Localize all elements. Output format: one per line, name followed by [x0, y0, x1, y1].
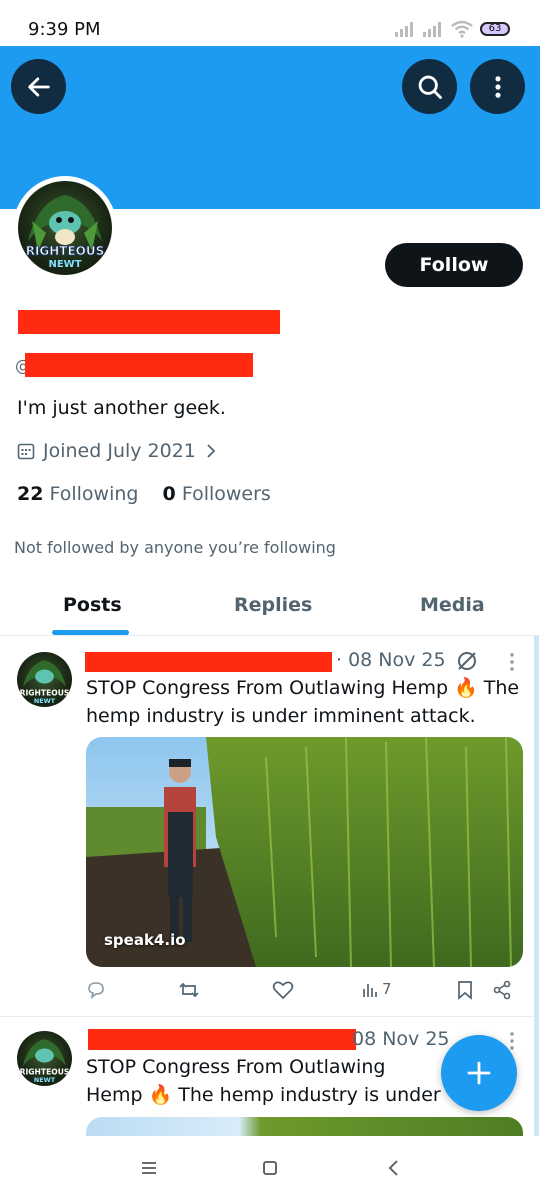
joined-date-row[interactable]: Joined July 2021: [17, 440, 218, 462]
recents-button[interactable]: [137, 1156, 161, 1180]
search-icon: [418, 75, 442, 99]
plus-icon: [467, 1061, 491, 1085]
grok-icon[interactable]: [455, 649, 479, 673]
more-vertical-icon: [494, 75, 501, 98]
analytics-icon: [363, 984, 377, 997]
arrow-left-icon: [27, 76, 50, 97]
reply-button[interactable]: [86, 980, 106, 1000]
post-author-redacted: [88, 1029, 356, 1050]
post-date: 08 Nov 25: [352, 1028, 450, 1050]
battery-icon: 63: [480, 22, 510, 36]
handle-redacted: [25, 353, 253, 377]
calendar-icon: [17, 443, 35, 460]
system-nav-bar: [0, 1136, 540, 1199]
post-avatar[interactable]: RIGHTEOUS NEWT: [17, 1031, 72, 1086]
tab-replies[interactable]: Replies: [234, 594, 312, 616]
repost-icon: [179, 982, 199, 998]
heart-icon: [272, 981, 294, 1000]
more-options-button[interactable]: [470, 59, 525, 114]
followers-stat[interactable]: 0 Followers: [163, 483, 271, 505]
bookmark-button[interactable]: [456, 980, 474, 1000]
post-media-preview[interactable]: [86, 1117, 523, 1137]
square-icon: [263, 1161, 277, 1175]
following-stat[interactable]: 22 Following: [17, 483, 138, 505]
svg-text:RIGHTEOUS: RIGHTEOUS: [26, 244, 105, 258]
svg-text:NEWT: NEWT: [34, 697, 56, 705]
compose-post-button[interactable]: [441, 1035, 517, 1111]
svg-text:RIGHTEOUS: RIGHTEOUS: [20, 1067, 70, 1076]
not-followed-note: Not followed by anyone you’re following: [14, 538, 336, 557]
svg-text:RIGHTEOUS: RIGHTEOUS: [20, 688, 70, 697]
status-time: 9:39 PM: [28, 19, 101, 40]
repost-button[interactable]: [178, 980, 200, 1000]
post-actions: 7: [86, 980, 516, 1006]
scrollbar[interactable]: [534, 636, 539, 1136]
followers-count: 0: [162, 483, 176, 505]
post-author-redacted: [85, 652, 332, 672]
media-source-label: speak4.io: [104, 931, 186, 949]
chevron-left-icon: [388, 1160, 398, 1176]
signal-icon: [395, 22, 413, 37]
views-count: 7: [382, 980, 392, 998]
svg-text:NEWT: NEWT: [48, 259, 81, 270]
system-back-button[interactable]: [382, 1156, 406, 1180]
follow-button[interactable]: Follow: [385, 243, 523, 287]
display-name-redacted: [18, 310, 280, 334]
svg-text:NEWT: NEWT: [34, 1076, 56, 1084]
reply-icon: [88, 982, 104, 999]
search-button[interactable]: [402, 59, 457, 114]
profile-avatar[interactable]: RIGHTEOUS NEWT: [13, 176, 117, 280]
active-tab-indicator: [52, 630, 129, 635]
newt-logo-image: RIGHTEOUS NEWT: [18, 181, 112, 275]
post-text: STOP Congress From Outlawing Hemp 🔥 The …: [86, 677, 520, 727]
back-button[interactable]: [11, 59, 66, 114]
joined-date: Joined July 2021: [43, 440, 196, 462]
profile-tabs: Posts Replies Media: [0, 584, 540, 636]
menu-icon: [142, 1162, 156, 1174]
post-avatar[interactable]: RIGHTEOUS NEWT: [17, 652, 72, 707]
like-button[interactable]: [272, 980, 294, 1000]
post-item[interactable]: RIGHTEOUS NEWT · 08 Nov 25 STOP Congress …: [0, 636, 540, 1016]
status-icons: 63: [394, 20, 510, 38]
share-button[interactable]: [492, 980, 512, 1000]
signal-icon-2: [423, 22, 441, 37]
profile-bio: I'm just another geek.: [17, 397, 226, 419]
following-count: 22: [17, 483, 44, 505]
tab-posts[interactable]: Posts: [63, 594, 122, 616]
bookmark-icon: [458, 981, 472, 1000]
views-button[interactable]: 7: [361, 980, 392, 998]
home-button[interactable]: [258, 1156, 282, 1180]
following-label: Following: [49, 483, 139, 505]
followers-label: Followers: [181, 483, 271, 505]
post-text: STOP Congress From Outlawing Hemp 🔥 The …: [86, 1056, 441, 1106]
wifi-icon: [451, 20, 473, 38]
chevron-right-icon: [207, 444, 216, 458]
status-bar: 9:39 PM 63: [0, 0, 540, 46]
post-more-icon[interactable]: [505, 652, 519, 672]
follow-stats: 22 Following 0 Followers: [17, 483, 289, 505]
post-media-card[interactable]: speak4.io: [86, 737, 523, 967]
tab-media[interactable]: Media: [420, 594, 485, 616]
post-date: · 08 Nov 25: [336, 649, 446, 671]
share-icon: [493, 980, 511, 1000]
